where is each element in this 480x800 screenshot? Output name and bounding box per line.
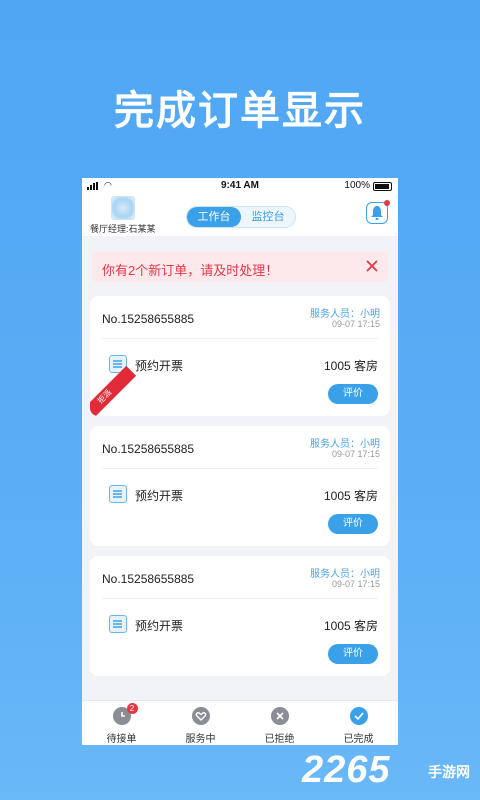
- divider: [102, 338, 378, 339]
- status-bar: ◠ 9:41 AM 100%: [82, 178, 398, 194]
- page-headline: 完成订单显示: [114, 89, 366, 133]
- rate-button[interactable]: 评价: [328, 644, 378, 664]
- invoice-icon: [109, 485, 127, 503]
- order-time: 09-07 17:15: [331, 319, 380, 329]
- bottom-tab-bar: 2 待接单 服务中 已拒绝 已完成: [82, 700, 398, 745]
- watermark-number: 2265: [302, 749, 391, 791]
- room-number: 1005 客房: [323, 619, 378, 633]
- order-card[interactable]: No.15258655885 服务人员：小明 09-07 17:15 预约开票 …: [90, 426, 390, 546]
- order-number: No.15258655885: [102, 572, 195, 586]
- site-watermark: 2265 手游网: [302, 750, 470, 790]
- tab-label: 服务中: [185, 734, 216, 745]
- close-icon[interactable]: [364, 258, 380, 274]
- alert-message: 你有2个新订单，请及时处理！: [102, 263, 279, 278]
- service-type: 预约开票: [135, 489, 184, 503]
- divider: [102, 598, 378, 599]
- restaurant-logo: [111, 196, 135, 220]
- tab-workbench[interactable]: 工作台: [187, 207, 241, 227]
- bell-icon[interactable]: [366, 200, 390, 224]
- staff-label: 服务人员：小明: [310, 309, 380, 320]
- invoice-icon: [109, 615, 127, 633]
- room-number: 1005 客房: [323, 489, 378, 503]
- tab-rejected[interactable]: 已拒绝: [240, 701, 319, 745]
- notification-dot: [384, 200, 390, 206]
- order-number: No.15258655885: [102, 442, 195, 456]
- order-time: 09-07 17:15: [331, 449, 380, 459]
- manager-label: 餐厅经理:石某某: [90, 224, 156, 234]
- tab-label: 待接单: [106, 734, 137, 745]
- tab-completed[interactable]: 已完成: [319, 701, 398, 745]
- order-time: 09-07 17:15: [331, 579, 380, 589]
- top-bar: 餐厅经理:石某某 工作台 监控台: [82, 194, 398, 236]
- view-switch: 工作台 监控台: [186, 206, 296, 228]
- order-card[interactable]: No.15258655885 服务人员：小明 09-07 17:15 预约开票 …: [90, 556, 390, 676]
- heart-icon: [191, 707, 210, 725]
- watermark-site: 手游网: [428, 764, 470, 780]
- check-circle-icon: [349, 707, 368, 725]
- divider: [102, 468, 378, 469]
- tab-label: 已完成: [343, 734, 374, 745]
- close-circle-icon: [270, 707, 289, 725]
- room-number: 1005 客房: [323, 359, 378, 373]
- service-type: 预约开票: [135, 359, 184, 373]
- tab-pending[interactable]: 2 待接单: [82, 701, 161, 745]
- rate-button[interactable]: 评价: [328, 514, 378, 534]
- rate-button[interactable]: 评价: [328, 384, 378, 404]
- service-type: 预约开票: [135, 619, 184, 633]
- rejected-ribbon: 拒派: [90, 365, 137, 416]
- staff-label: 服务人员：小明: [310, 439, 380, 450]
- phone-screen: ◠ 9:41 AM 100% 餐厅经理:石某某 工作台 监控台 你有2个新订单，…: [82, 178, 398, 745]
- staff-label: 服务人员：小明: [310, 569, 380, 580]
- pending-badge: 2: [126, 703, 138, 714]
- order-card[interactable]: No.15258655885 服务人员：小明 09-07 17:15 预约开票 …: [90, 296, 390, 416]
- tab-label: 已拒绝: [264, 734, 295, 745]
- order-number: No.15258655885: [102, 312, 195, 326]
- tab-in-service[interactable]: 服务中: [161, 701, 240, 745]
- tab-monitor[interactable]: 监控台: [241, 207, 295, 227]
- new-order-alert: 你有2个新订单，请及时处理！: [92, 252, 388, 282]
- battery-icon: [373, 182, 392, 191]
- battery-percent: 100%: [344, 180, 370, 191]
